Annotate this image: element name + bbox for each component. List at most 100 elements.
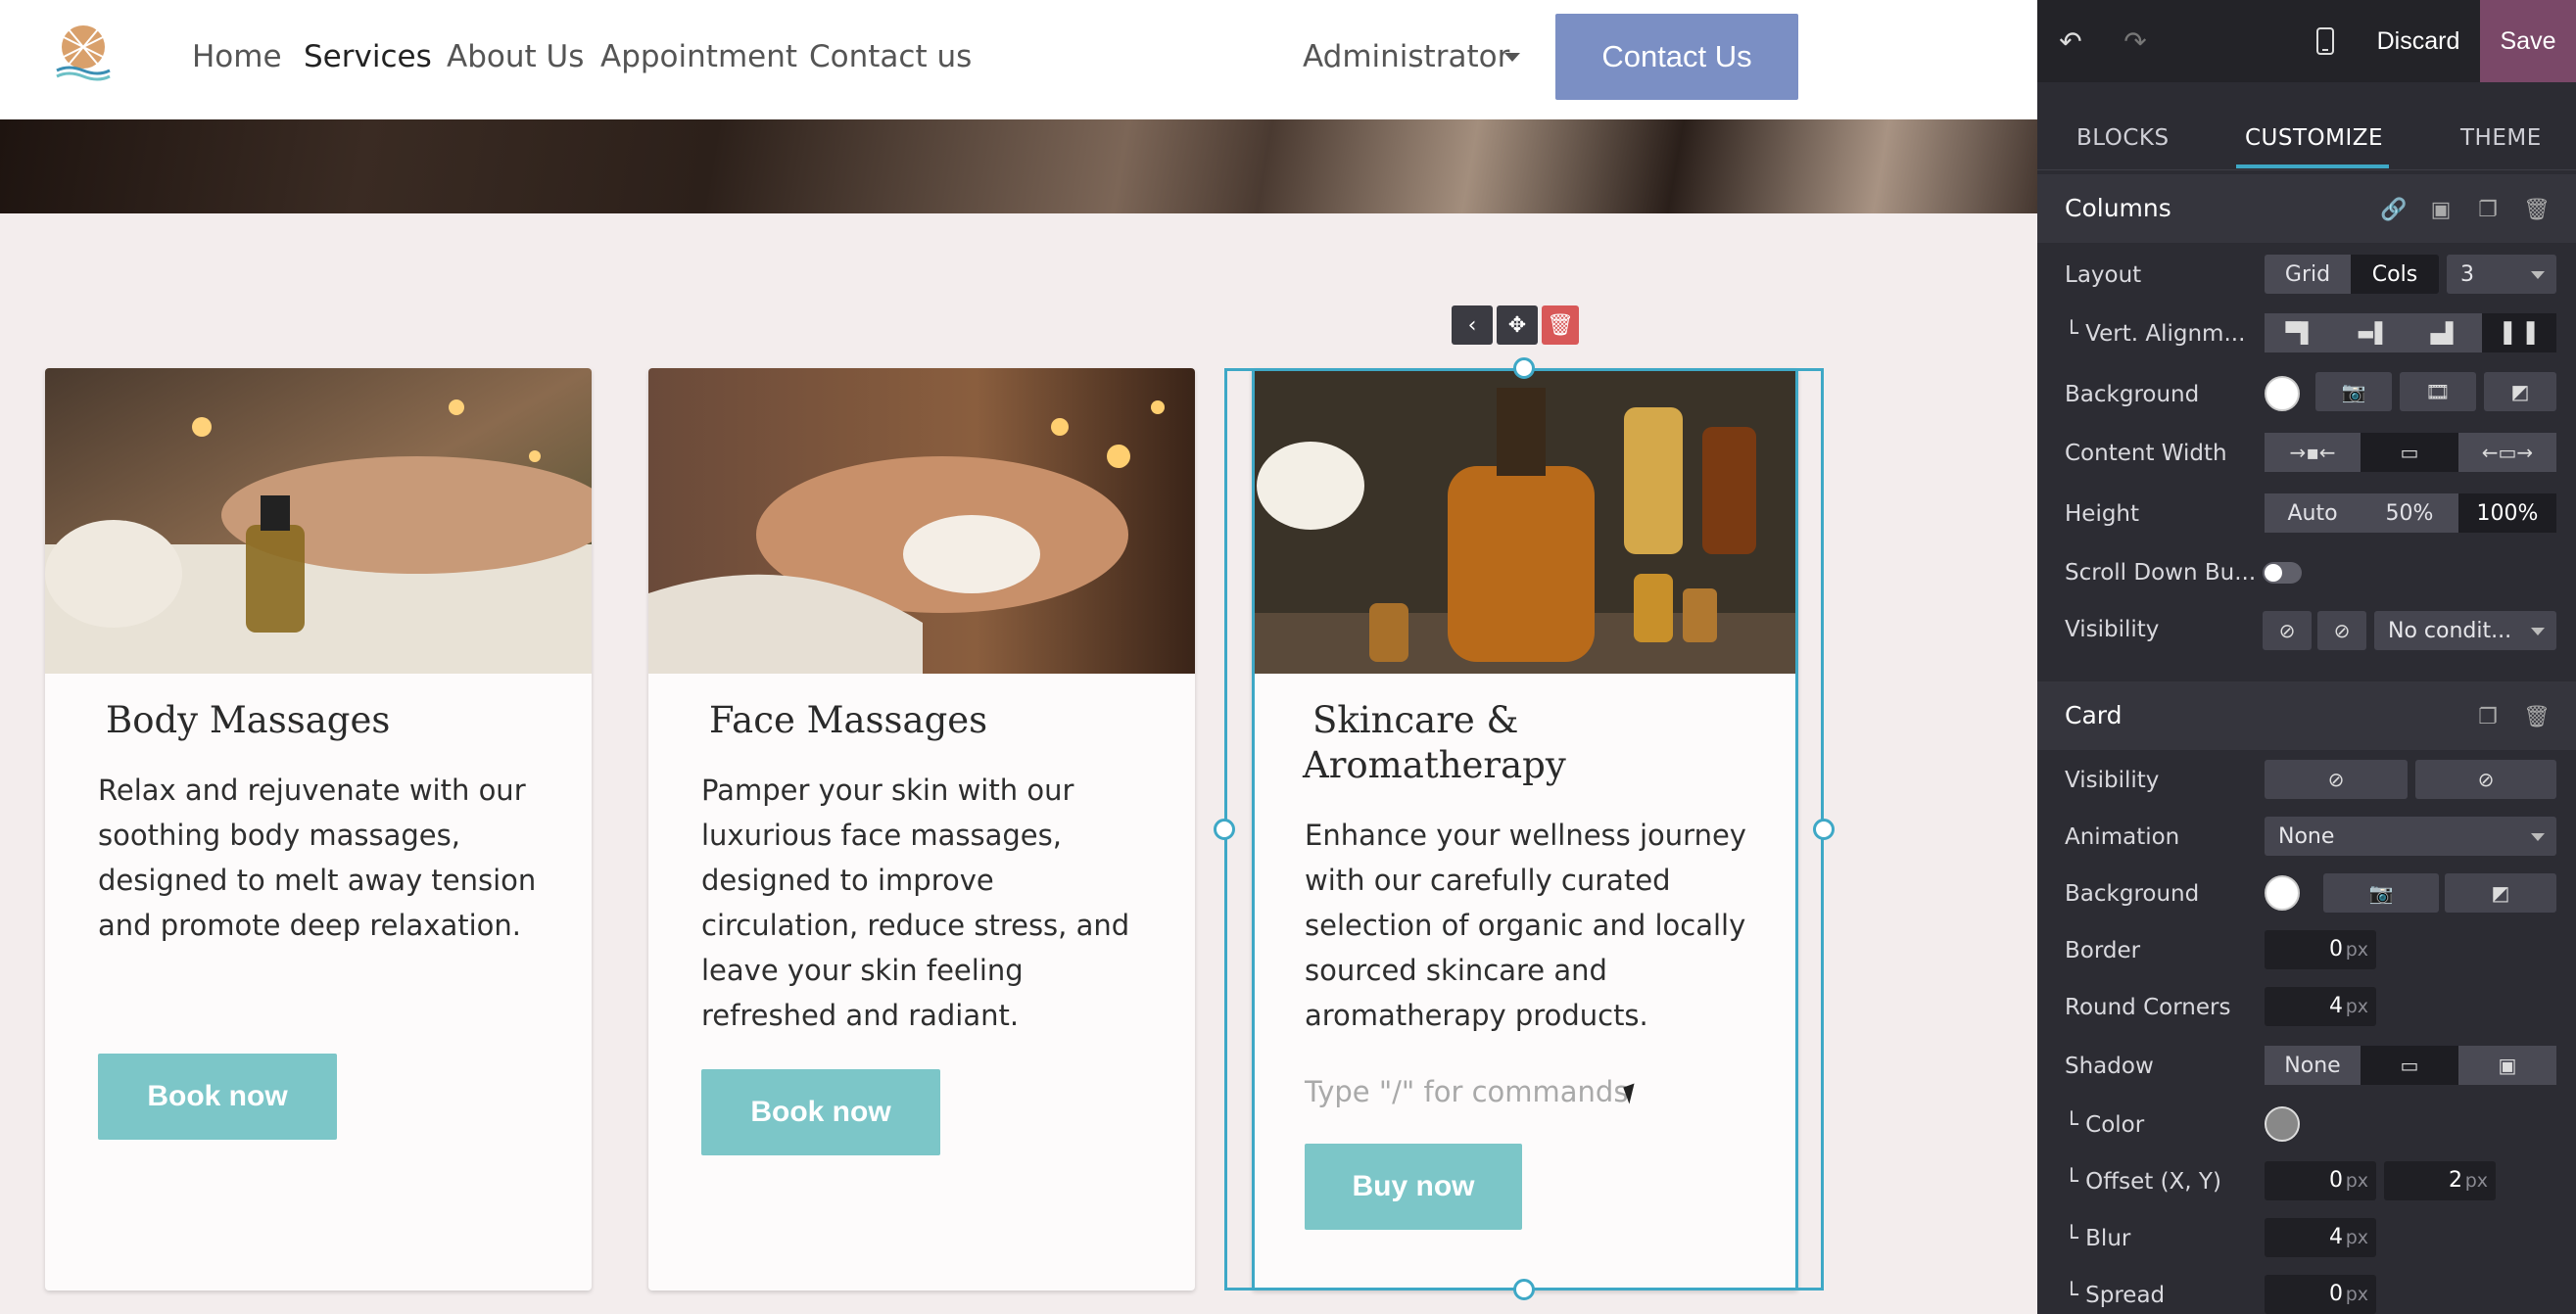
- resize-handle-bottom[interactable]: [1513, 1279, 1535, 1300]
- nav-about-us[interactable]: About Us: [447, 39, 584, 74]
- card-background-image-button[interactable]: 📷: [2323, 873, 2439, 913]
- offset-y-input[interactable]: 2 px: [2384, 1161, 2496, 1200]
- card-title[interactable]: Body Massages: [106, 697, 390, 744]
- command-placeholder[interactable]: Type "/" for commands: [1305, 1075, 1628, 1108]
- layout-grid-option[interactable]: Grid: [2265, 255, 2351, 294]
- offset-x-input[interactable]: 0 px: [2265, 1161, 2376, 1200]
- link-icon[interactable]: 🔗: [2380, 196, 2408, 223]
- delete-icon[interactable]: 🗑: [2523, 196, 2551, 223]
- layout-cols-option[interactable]: Cols: [2351, 255, 2439, 294]
- save-button[interactable]: Save: [2480, 0, 2576, 82]
- tab-theme[interactable]: THEME: [2460, 125, 2542, 151]
- delete-icon[interactable]: 🗑: [2523, 703, 2551, 730]
- tab-customize[interactable]: CUSTOMIZE: [2245, 125, 2383, 151]
- redo-icon[interactable]: ↷: [2118, 23, 2153, 59]
- scroll-down-label: Scroll Down Bu...: [2065, 560, 2257, 586]
- height-50-option[interactable]: 50%: [2361, 493, 2458, 533]
- height-100-option[interactable]: 100%: [2458, 493, 2556, 533]
- card-hide-mobile-button[interactable]: ⊘: [2415, 760, 2556, 799]
- caret-down-icon[interactable]: [1504, 53, 1520, 62]
- background-label: Background: [2065, 382, 2200, 407]
- background-video-button[interactable]: 🎞: [2400, 372, 2476, 411]
- align-bottom-icon: ▄▌: [2430, 321, 2461, 345]
- nav-contact-us[interactable]: Contact us: [809, 39, 972, 74]
- align-top-option[interactable]: ▀▌: [2265, 313, 2337, 352]
- shadow-outset-icon: ▭: [2400, 1054, 2419, 1077]
- shadow-inset-option[interactable]: ▣: [2458, 1046, 2556, 1085]
- camera-icon: 📷: [2368, 881, 2394, 905]
- blur-value: 4: [2329, 1225, 2343, 1249]
- resize-handle-right[interactable]: [1813, 819, 1835, 840]
- align-bottom-option[interactable]: ▄▌: [2409, 313, 2482, 352]
- border-value: 0: [2329, 937, 2343, 962]
- website-preview: Home Services About Us Appointment Conta…: [0, 0, 2037, 1314]
- card-hide-desktop-button[interactable]: ⊘: [2265, 760, 2408, 799]
- site-logo[interactable]: [49, 22, 118, 90]
- editor-tabs: BLOCKS CUSTOMIZE THEME: [2037, 82, 2576, 170]
- service-card-face-massages: Face Massages Pamper your skin with our …: [648, 368, 1195, 1291]
- card-background-gradient-button[interactable]: ◩: [2445, 873, 2556, 913]
- round-corners-input[interactable]: 4 px: [2265, 987, 2376, 1026]
- content-width-narrow[interactable]: →▪←: [2265, 433, 2361, 472]
- animation-select[interactable]: None: [2265, 817, 2556, 856]
- nav-services[interactable]: Services: [304, 39, 432, 74]
- nav-home[interactable]: Home: [192, 39, 282, 74]
- spread-input[interactable]: 0 px: [2265, 1275, 2376, 1314]
- background-image-button[interactable]: 📷: [2315, 372, 2392, 411]
- full-width-icon: ←▭→: [2481, 441, 2534, 464]
- shadow-none-option[interactable]: None: [2265, 1046, 2361, 1085]
- resize-handle-left[interactable]: [1214, 819, 1235, 840]
- move-icon[interactable]: ✥: [1497, 305, 1538, 345]
- mobile-hidden-icon: ⊘: [2333, 619, 2351, 642]
- card-description[interactable]: Enhance your wellness journey with our c…: [1305, 813, 1755, 1038]
- nav-appointment[interactable]: Appointment: [600, 39, 797, 74]
- content-width-regular[interactable]: ▭: [2361, 433, 2458, 472]
- gradient-icon: ◩: [2510, 380, 2530, 403]
- duplicate-icon[interactable]: ❐: [2474, 196, 2502, 223]
- blur-input[interactable]: 4 px: [2265, 1218, 2376, 1257]
- shadow-color-swatch[interactable]: [2265, 1106, 2300, 1142]
- card-background-color-swatch[interactable]: [2265, 875, 2300, 911]
- move-left-icon[interactable]: ‹: [1452, 305, 1493, 345]
- editor-topbar: ↶ ↷ Discard Save: [2037, 0, 2576, 82]
- book-now-button[interactable]: Book now: [701, 1069, 940, 1155]
- shadow-color-label: └ Color: [2065, 1112, 2145, 1138]
- resize-handle-top[interactable]: [1513, 357, 1535, 379]
- discard-button[interactable]: Discard: [2346, 0, 2491, 82]
- align-middle-option[interactable]: ▬▌: [2337, 313, 2409, 352]
- scroll-down-toggle[interactable]: [2263, 562, 2302, 584]
- user-menu[interactable]: Administrator: [1303, 39, 1509, 74]
- book-now-button[interactable]: Book now: [98, 1054, 337, 1140]
- card-section-header: Card ❐ 🗑: [2037, 681, 2576, 750]
- trash-icon[interactable]: 🗑: [1542, 305, 1579, 345]
- hide-mobile-button[interactable]: ⊘: [2317, 611, 2366, 650]
- background-gradient-button[interactable]: ◩: [2484, 372, 2556, 411]
- content-width-full[interactable]: ←▭→: [2458, 433, 2556, 472]
- animation-label: Animation: [2065, 824, 2180, 850]
- chevron-down-icon: [2531, 271, 2545, 279]
- visibility-condition-select[interactable]: No condit...: [2374, 611, 2556, 650]
- buy-now-button[interactable]: Buy now: [1305, 1144, 1522, 1230]
- card-title-line-1[interactable]: Skincare &: [1312, 697, 1519, 744]
- height-auto-option[interactable]: Auto: [2265, 493, 2361, 533]
- duplicate-icon[interactable]: ❐: [2474, 703, 2502, 730]
- visibility-label: Visibility: [2065, 617, 2160, 642]
- shadow-outset-option[interactable]: ▭: [2361, 1046, 2458, 1085]
- hide-desktop-button[interactable]: ⊘: [2263, 611, 2312, 650]
- card-description[interactable]: Relax and rejuvenate with our soothing b…: [98, 768, 549, 948]
- card-title[interactable]: Face Massages: [709, 697, 987, 744]
- contact-us-button[interactable]: Contact Us: [1555, 14, 1798, 100]
- shadow-label: Shadow: [2065, 1054, 2154, 1079]
- border-label: Border: [2065, 938, 2141, 963]
- align-stretch-option[interactable]: ▌▐: [2482, 313, 2556, 352]
- save-snippet-icon[interactable]: ▣: [2427, 196, 2455, 223]
- tab-blocks[interactable]: BLOCKS: [2076, 125, 2170, 151]
- round-corners-value: 4: [2329, 994, 2343, 1018]
- background-color-swatch[interactable]: [2265, 376, 2300, 411]
- mobile-preview-icon[interactable]: [2308, 23, 2343, 59]
- border-width-input[interactable]: 0 px: [2265, 930, 2376, 969]
- card-description[interactable]: Pamper your skin with our luxurious face…: [701, 768, 1152, 1038]
- undo-icon[interactable]: ↶: [2053, 23, 2088, 59]
- toggle-knob: [2265, 564, 2282, 582]
- card-title-line-2[interactable]: Aromatherapy: [1303, 742, 1566, 789]
